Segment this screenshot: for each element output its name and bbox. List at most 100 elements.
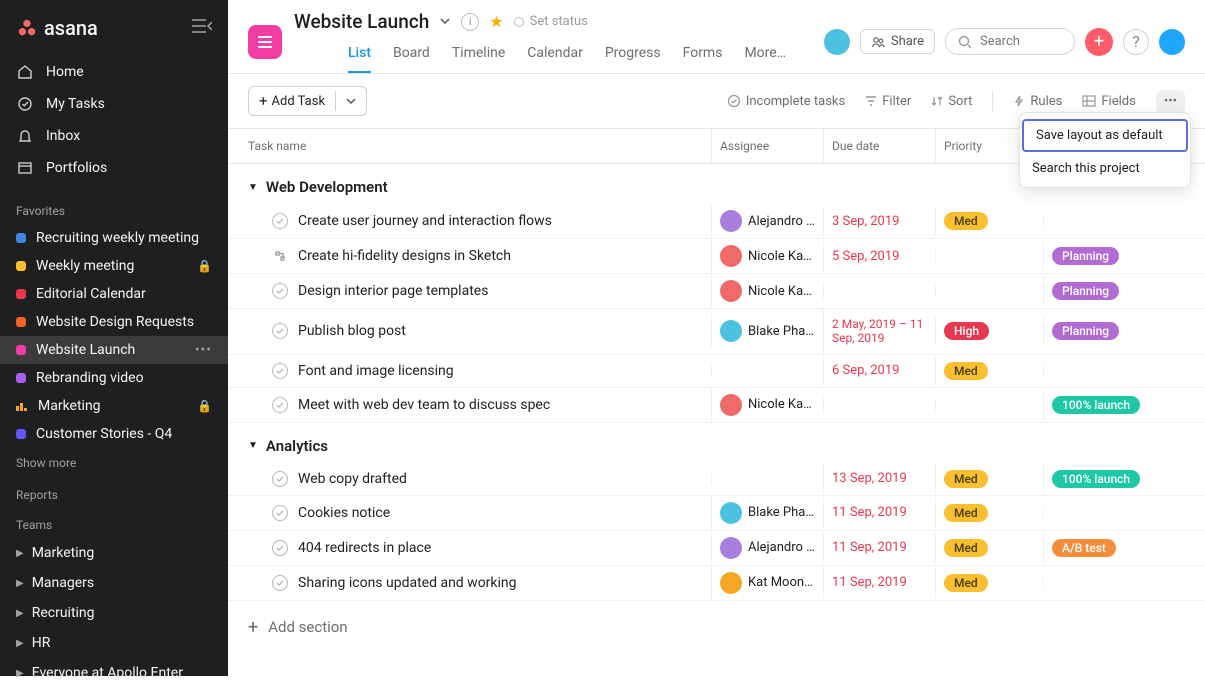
task-row[interactable]: Web copy drafted 13 Sep, 2019 Med 100% l… [228,463,1205,496]
complete-check-icon[interactable] [272,283,288,299]
show-more-link[interactable]: Show more [0,448,228,478]
favorite-item[interactable]: Marketing🔒 [0,392,228,420]
project-member-avatar[interactable] [824,29,850,55]
nav-inbox[interactable]: Inbox [0,120,228,152]
collapse-sidebar-icon[interactable] [192,19,212,37]
complete-check-icon[interactable] [272,575,288,591]
project-title-chevron-icon[interactable] [439,12,451,31]
filter-label: Filter [882,94,911,109]
user-avatar[interactable] [1159,29,1185,55]
task-row[interactable]: Create hi-fidelity designs in Sketch Nic… [228,239,1205,274]
set-status-button[interactable]: Set status [514,14,588,29]
favorite-item[interactable]: Website Launch••• [0,336,228,364]
tab-more[interactable]: More… [744,39,786,73]
favorite-item[interactable]: Editorial Calendar [0,280,228,308]
sort-button[interactable]: Sort [931,94,972,109]
task-name: Cookies notice [298,505,390,521]
lock-icon: 🔒 [197,259,212,273]
project-title[interactable]: Website Launch [294,10,429,33]
global-add-button[interactable]: + [1085,28,1113,56]
tab-list[interactable]: List [348,39,371,73]
add-section-button[interactable]: +Add section [228,601,1205,654]
tab-calendar[interactable]: Calendar [527,39,583,73]
col-header-due[interactable]: Due date [823,129,935,163]
tab-progress[interactable]: Progress [605,39,661,73]
complete-check-icon[interactable] [272,397,288,413]
complete-check-icon[interactable] [272,471,288,487]
favorite-item[interactable]: Website Design Requests [0,308,228,336]
rules-button[interactable]: Rules [1013,94,1062,109]
share-label: Share [891,34,924,49]
dropdown-search-project[interactable]: Search this project [1020,154,1190,183]
fields-button[interactable]: Fields [1082,94,1135,109]
assignee-name: Nicole Kap… [748,397,815,412]
task-row[interactable]: 404 redirects in place Alejandro L… 11 S… [228,531,1205,566]
nav-my-tasks[interactable]: My Tasks [0,88,228,120]
task-row[interactable]: Sharing icons updated and working Kat Mo… [228,566,1205,601]
priority-pill: Med [944,362,988,380]
more-actions-button[interactable]: ••• [1156,90,1185,113]
task-row[interactable]: Font and image licensing 6 Sep, 2019 Med [228,355,1205,388]
favorite-item[interactable]: Weekly meeting🔒 [0,252,228,280]
project-info-icon[interactable]: i [461,13,479,31]
tab-timeline[interactable]: Timeline [452,39,505,73]
favorite-label: Editorial Calendar [36,286,212,302]
tab-board[interactable]: Board [393,39,430,73]
incomplete-filter[interactable]: Incomplete tasks [727,94,845,109]
due-date: 2 May, 2019 – 11 Sep, 2019 [823,309,935,354]
project-header: Website Launch i ★ Set status List Board T… [228,0,1205,73]
team-item[interactable]: ▶Marketing [0,538,228,568]
complete-check-icon[interactable] [272,505,288,521]
favorite-item[interactable]: Customer Stories - Q4 [0,420,228,448]
share-button[interactable]: Share [860,29,935,54]
nav-portfolios[interactable]: Portfolios [0,152,228,184]
priority-pill: Med [944,470,988,488]
task-name: Publish blog post [298,323,406,339]
dropdown-save-layout[interactable]: Save layout as default [1022,119,1188,152]
task-row[interactable]: Meet with web dev team to discuss spec N… [228,388,1205,423]
favorite-more-icon[interactable]: ••• [195,342,212,358]
col-header-task[interactable]: Task name [228,129,711,163]
complete-check-icon[interactable] [272,213,288,229]
team-item[interactable]: ▶Everyone at Apollo Enter [0,658,228,688]
task-row[interactable]: Create user journey and interaction flow… [228,204,1205,239]
favorite-item[interactable]: Rebranding video [0,364,228,392]
due-date: 11 Sep, 2019 [823,497,935,528]
star-icon[interactable]: ★ [489,12,503,31]
add-task-button[interactable]: +Add Task [248,86,367,116]
nav-label: Portfolios [46,160,107,176]
task-name: Font and image licensing [298,363,454,379]
favorite-item[interactable]: Recruiting weekly meeting [0,224,228,252]
complete-check-icon[interactable] [272,363,288,379]
team-item[interactable]: ▶HR [0,628,228,658]
caret-right-icon: ▶ [16,578,24,589]
tab-forms[interactable]: Forms [683,39,723,73]
nav-home[interactable]: Home [0,56,228,88]
task-row[interactable]: Design interior page templates Nicole Ka… [228,274,1205,309]
search-input[interactable] [980,34,1060,49]
fields-icon [1082,95,1096,107]
team-item[interactable]: ▶Recruiting [0,598,228,628]
project-color-dot [16,261,26,271]
complete-check-icon[interactable] [272,323,288,339]
search-box[interactable] [945,28,1075,55]
task-row[interactable]: Cookies notice Blake Pham 11 Sep, 2019 M… [228,496,1205,531]
logo[interactable]: asana [16,16,98,40]
task-row[interactable]: Publish blog post Blake Pham 2 May, 2019… [228,309,1205,355]
tag-pill: Planning [1052,282,1119,300]
filter-button[interactable]: Filter [865,94,911,109]
complete-check-icon[interactable] [272,540,288,556]
reports-heading: Reports [0,478,228,508]
col-header-assignee[interactable]: Assignee [711,129,823,163]
team-item[interactable]: ▶Managers [0,568,228,598]
help-button[interactable]: ? [1123,29,1149,55]
add-task-chevron-icon[interactable] [335,91,366,111]
section-header[interactable]: ▼Analytics [228,423,1205,463]
assignee-avatar [720,394,742,416]
nav-label: My Tasks [46,96,105,112]
asana-logo-icon [16,17,38,39]
project-color-dot [16,345,26,355]
check-circle-icon [727,94,741,108]
project-color-icon[interactable] [248,25,282,59]
logo-text: asana [44,16,98,40]
